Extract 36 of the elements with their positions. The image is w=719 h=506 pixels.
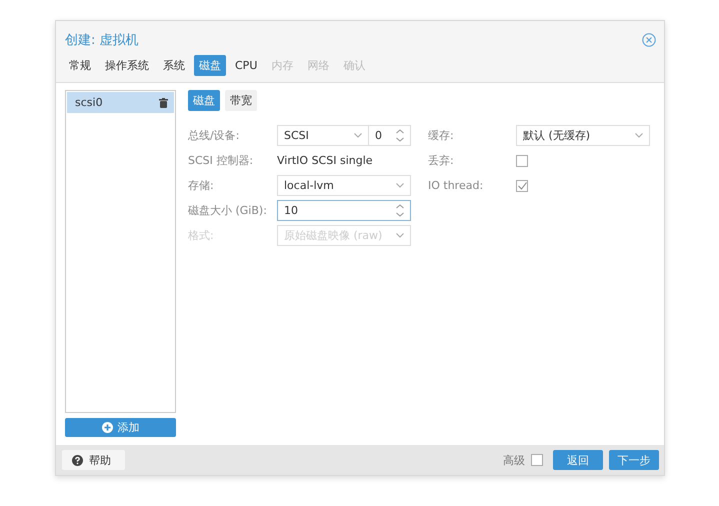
disk-label: scsi0 xyxy=(75,96,103,109)
disk-item[interactable]: scsi0 xyxy=(67,92,174,113)
tab[interactable]: CPU xyxy=(230,55,262,76)
checkbox[interactable] xyxy=(531,454,543,466)
chevron-down-icon xyxy=(396,233,404,238)
field-label: 总线/设备: xyxy=(188,128,240,143)
tab[interactable]: 系统 xyxy=(158,55,190,76)
trash-icon[interactable] xyxy=(159,98,168,108)
number-field[interactable]: 10 xyxy=(277,200,411,221)
select-field[interactable]: local-lvm xyxy=(277,175,411,196)
help-button[interactable]: 帮助 xyxy=(62,450,125,470)
number-field[interactable]: 0 xyxy=(369,125,411,146)
window-title: 创建: 虚拟机 xyxy=(65,32,139,49)
help-icon xyxy=(72,454,83,466)
checkbox[interactable] xyxy=(516,154,528,166)
tab[interactable]: 常规 xyxy=(64,55,96,76)
field-label: SCSI 控制器: xyxy=(188,153,254,168)
chevron-down-icon xyxy=(354,133,362,138)
spinner-arrows-icon[interactable] xyxy=(396,129,404,142)
controller-value: VirtIO SCSI single xyxy=(277,154,373,167)
field-label: 存储: xyxy=(188,178,215,193)
field-label: 缓存: xyxy=(428,128,455,143)
close-icon[interactable] xyxy=(642,33,656,47)
checkbox[interactable] xyxy=(516,180,528,192)
select-field[interactable]: 默认 (无缓存) xyxy=(516,125,650,146)
field-label: IO thread: xyxy=(428,179,484,192)
tab[interactable]: 操作系统 xyxy=(100,55,154,76)
field-label: 丢弃: xyxy=(428,153,455,168)
spinner-arrows-icon[interactable] xyxy=(396,204,404,217)
field-label: 磁盘大小 (GiB): xyxy=(188,203,268,218)
advanced-label: 高级 xyxy=(503,452,525,468)
chevron-down-icon xyxy=(635,133,643,138)
subtab[interactable]: 带宽 xyxy=(225,90,257,111)
chevron-down-icon xyxy=(396,183,404,188)
select-field[interactable]: SCSI xyxy=(277,125,369,146)
plus-circle-icon xyxy=(102,422,112,433)
